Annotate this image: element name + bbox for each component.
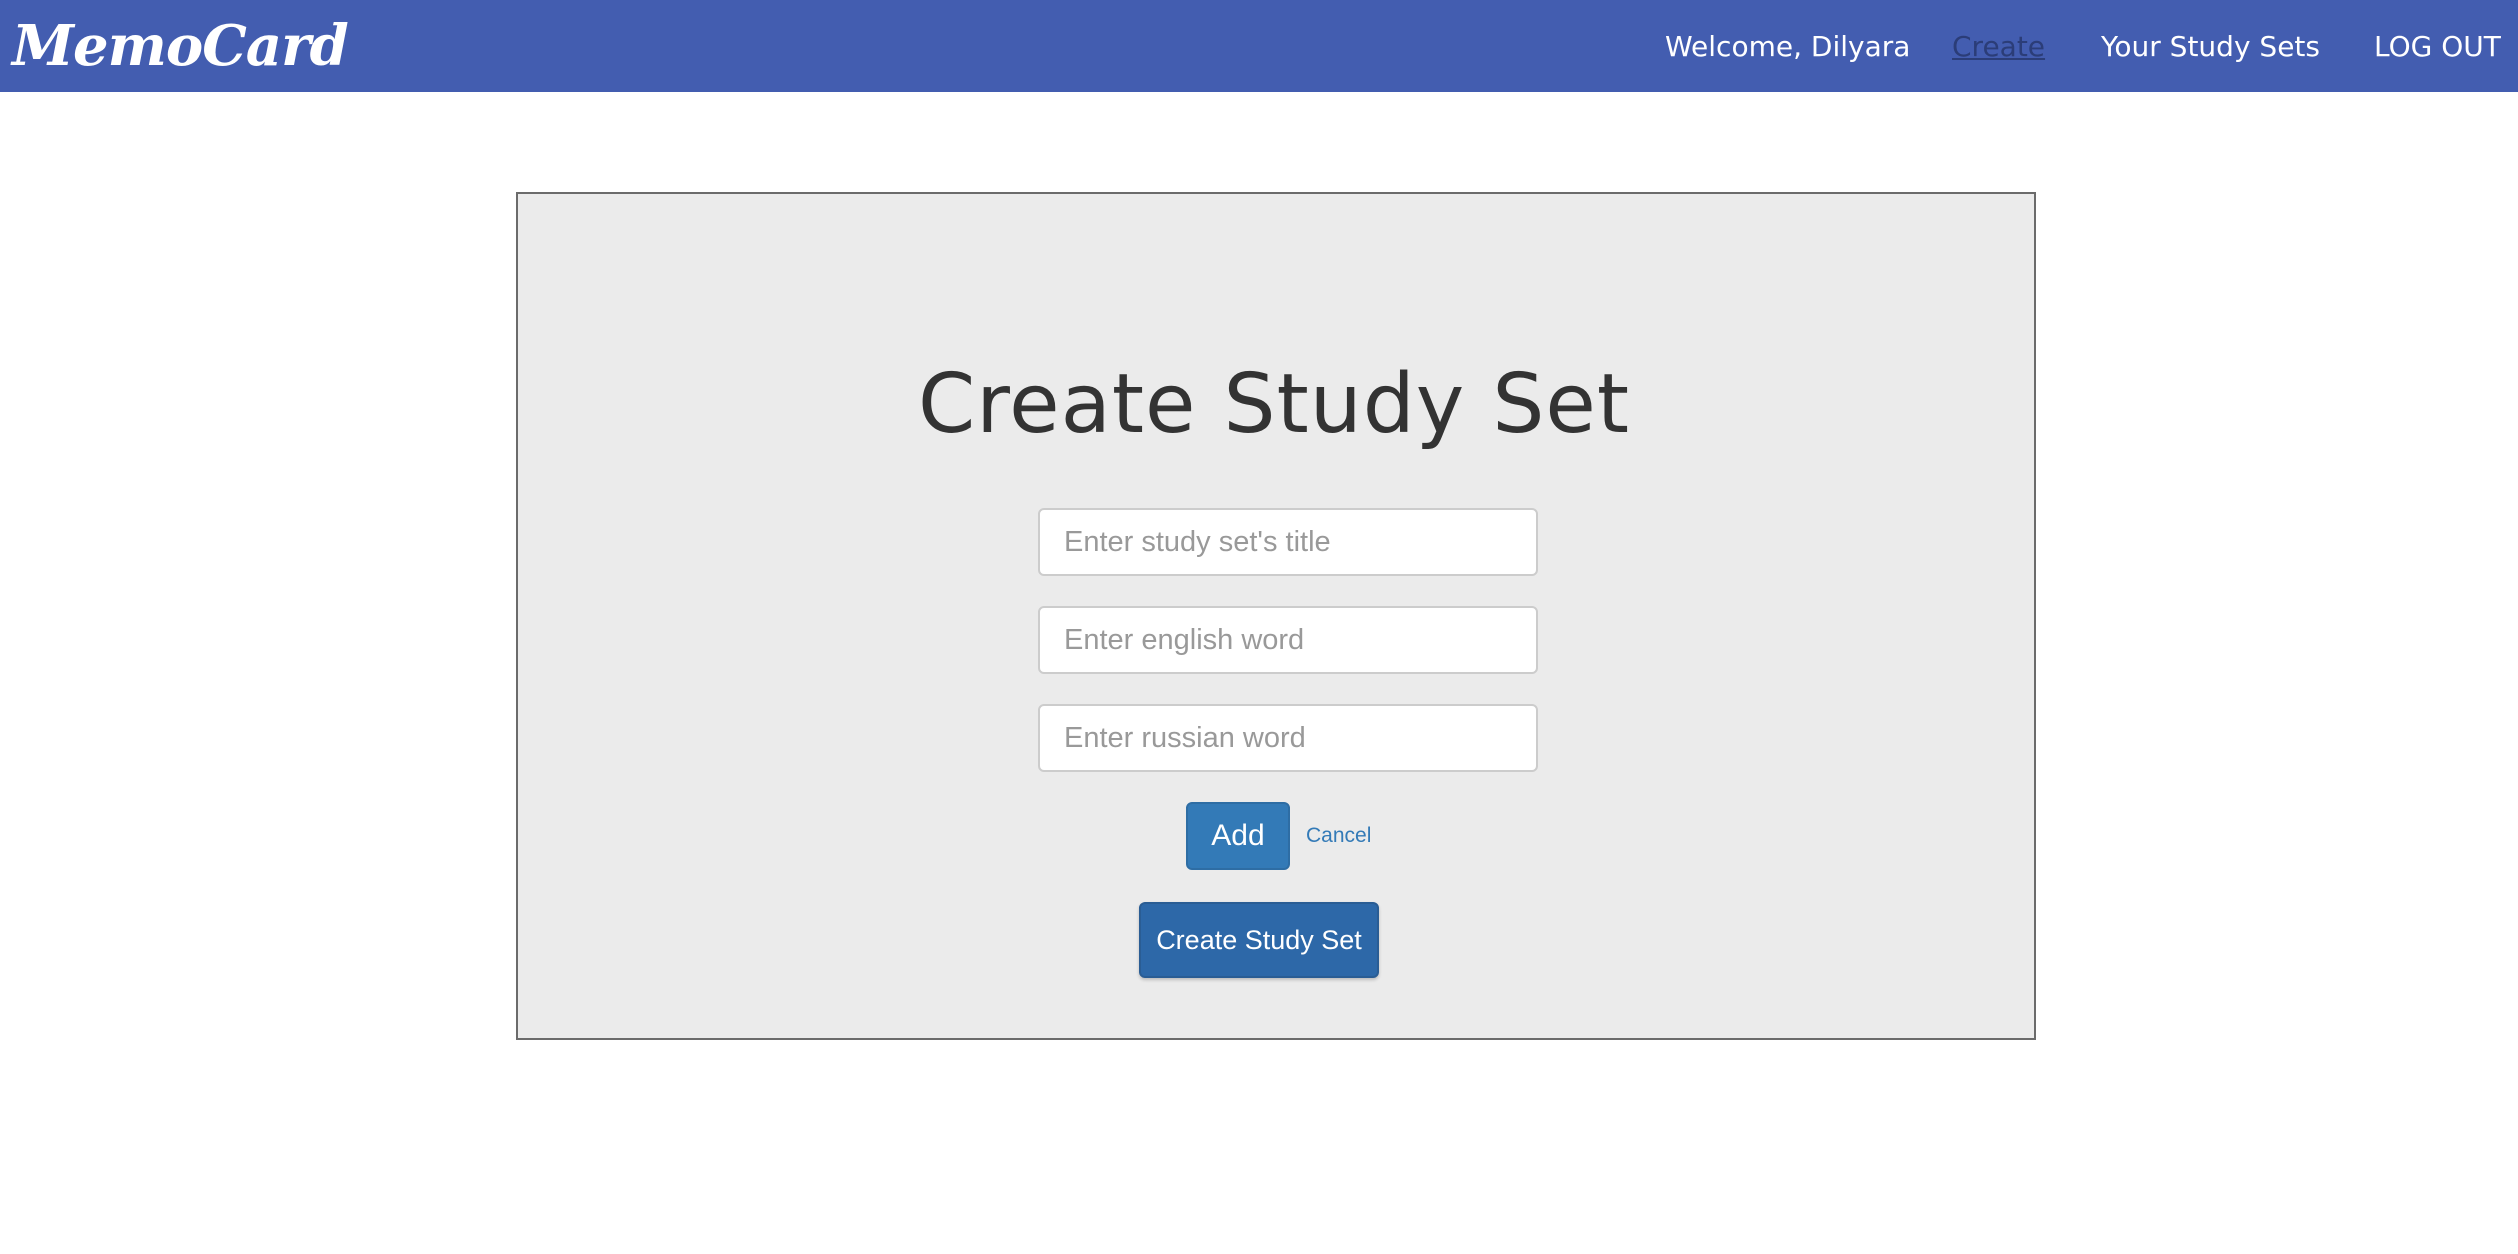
- english-word-input[interactable]: [1038, 606, 1538, 674]
- cancel-link[interactable]: Cancel: [1306, 822, 1371, 850]
- study-set-title-input[interactable]: [1038, 508, 1538, 576]
- brand-logo[interactable]: MemoCard: [12, 8, 349, 84]
- top-navbar: MemoCard Welcome, Dilyara Create Your St…: [0, 0, 2518, 92]
- welcome-text: Welcome, Dilyara: [1665, 30, 1911, 63]
- russian-word-input[interactable]: [1038, 704, 1538, 772]
- logout-link[interactable]: LOG OUT: [2374, 30, 2501, 64]
- add-word-button[interactable]: Add: [1186, 802, 1290, 870]
- page-title: Create Study Set: [918, 357, 1630, 452]
- nav-link-study-sets[interactable]: Your Study Sets: [2101, 30, 2320, 64]
- nav-link-create[interactable]: Create: [1952, 30, 2045, 64]
- create-study-set-button[interactable]: Create Study Set: [1139, 902, 1379, 978]
